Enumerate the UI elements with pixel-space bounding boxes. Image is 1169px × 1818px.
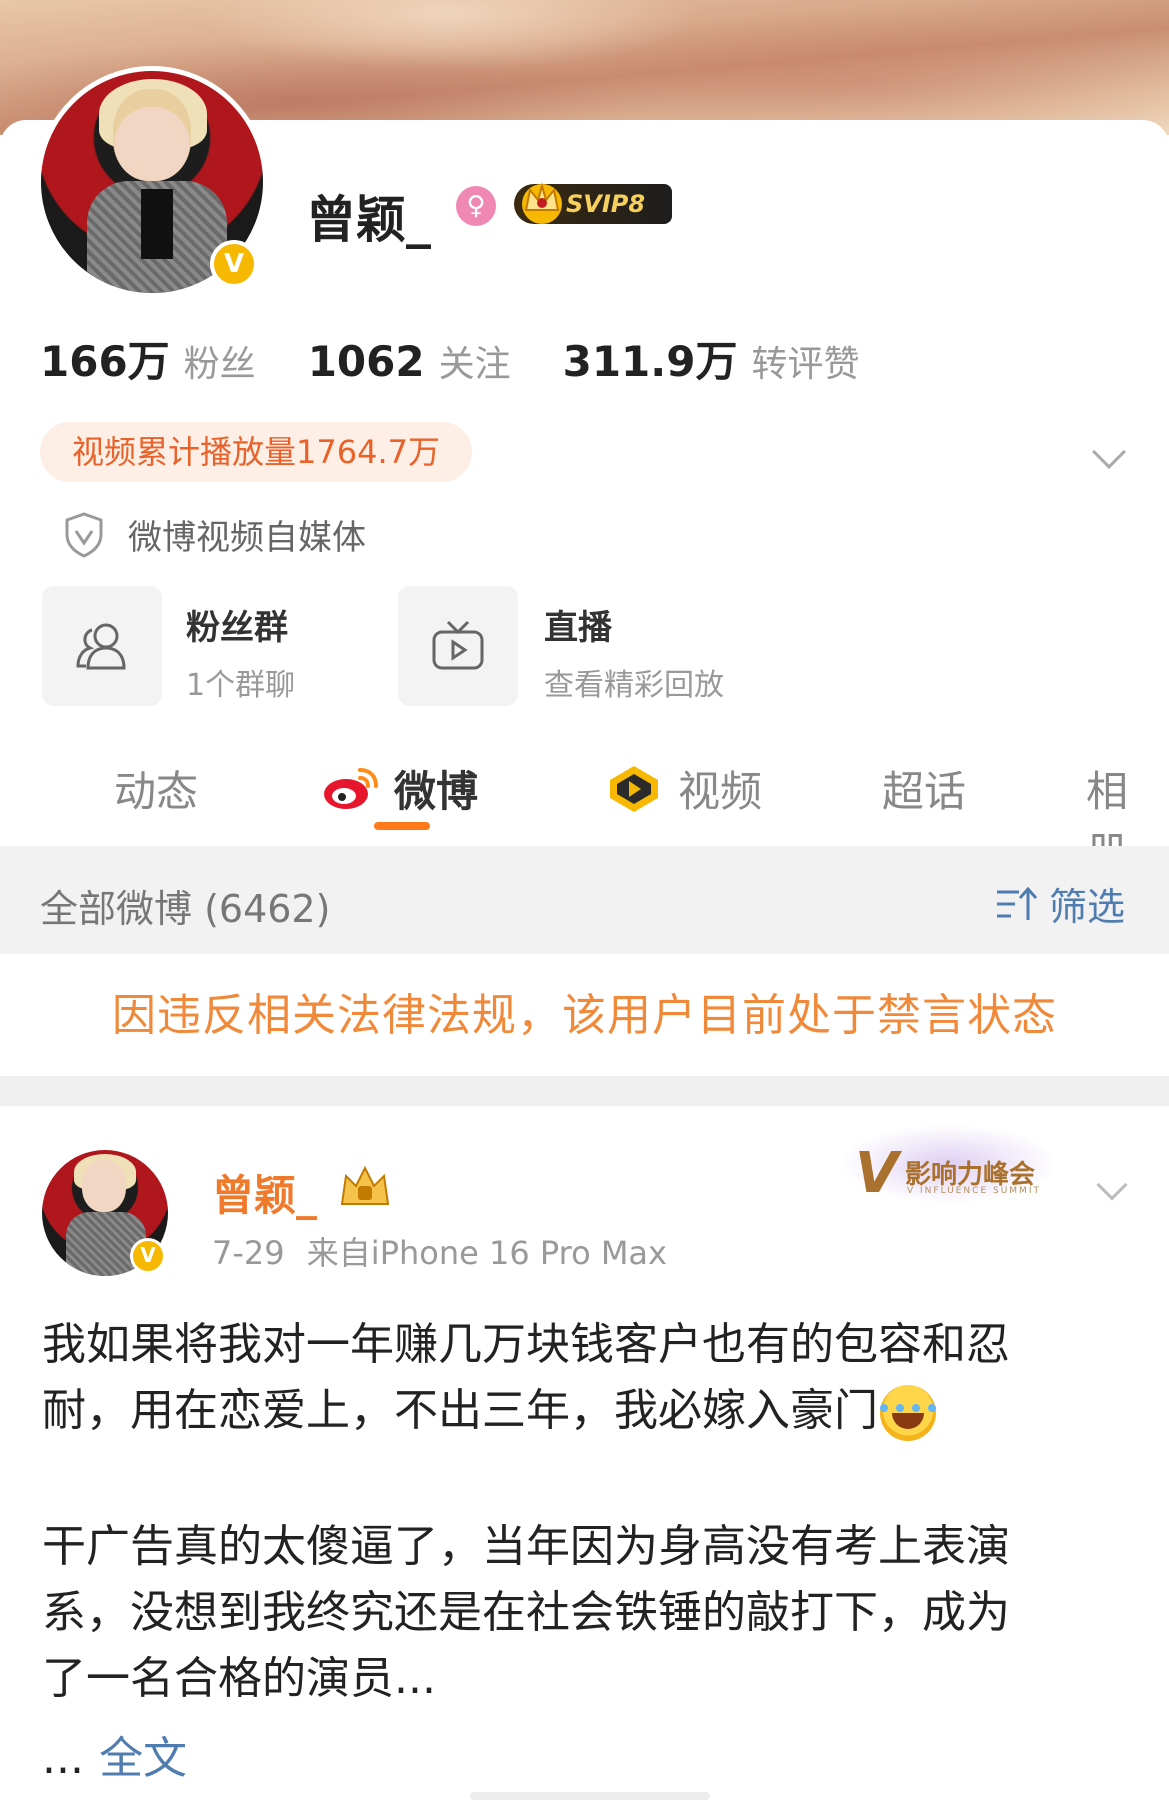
post-text-line: 了一名合格的演员... <box>42 1653 436 1704</box>
stat-label: 粉丝 <box>183 344 256 385</box>
crown-icon <box>340 1165 390 1205</box>
home-indicator <box>470 1792 710 1800</box>
active-tab-indicator <box>374 822 430 830</box>
section-divider <box>0 1076 1169 1106</box>
tab-label: 超话 <box>882 767 967 816</box>
laugh-cry-emoji-icon <box>876 1385 940 1441</box>
tab-video[interactable]: 视频 <box>606 758 762 819</box>
summit-v-mark: V <box>855 1141 899 1206</box>
live-button[interactable] <box>398 586 518 706</box>
video-play-count-pill[interactable]: 视频累计播放量1764.7万 <box>40 422 472 482</box>
stats-row: 166万 粉丝 1062 关注 311.9万 转评赞 <box>40 328 911 389</box>
ellipsis: ... <box>42 1733 84 1784</box>
certification-row[interactable]: 微博视频自媒体 <box>62 510 366 559</box>
tab-super-topic[interactable]: 超话 <box>882 758 966 819</box>
stat-number: 311.9万 <box>562 337 738 386</box>
chevron-down-icon[interactable] <box>1096 1169 1128 1201</box>
post-author-name[interactable]: 曾颖_ <box>212 1162 317 1223</box>
stat-following[interactable]: 1062 关注 <box>308 335 511 387</box>
full-text-link[interactable]: 全文 <box>99 1733 187 1784</box>
live-title[interactable]: 直播 <box>544 600 612 649</box>
female-icon: ♀ <box>456 186 496 226</box>
tv-icon <box>432 620 484 670</box>
post-text-line: 干广告真的太傻逼了，当年因为身高没有考上表演 <box>42 1521 1010 1572</box>
verified-badge-icon: V <box>130 1238 166 1274</box>
fan-group-button[interactable] <box>42 586 162 706</box>
influence-summit-badge[interactable]: V 影响力峰会 V INFLUENCE SUMMIT <box>819 1124 1099 1212</box>
post-text-line: 我如果将我对一年赚几万块钱客户也有的包容和忍 <box>42 1319 1010 1370</box>
group-icon <box>76 623 126 670</box>
read-more-row: ... 全文 <box>42 1722 187 1786</box>
filter-button[interactable]: 筛选 <box>995 876 1125 931</box>
certification-text: 微博视频自媒体 <box>128 518 366 558</box>
post-text-line: 耐，用在恋爱上，不出三年，我必嫁入豪门 <box>42 1385 878 1436</box>
stat-number: 1062 <box>307 337 425 386</box>
svip-label: SVIP8 <box>566 190 646 218</box>
post-meta: 7-29 来自iPhone 16 Pro Max <box>212 1228 667 1274</box>
video-play-icon <box>610 765 658 812</box>
live-sub: 查看精彩回放 <box>544 668 724 703</box>
stat-followers[interactable]: 166万 粉丝 <box>40 328 256 389</box>
shield-icon <box>65 511 103 558</box>
tab-weibo[interactable]: 微博 <box>322 758 478 819</box>
post-text-line: 系，没想到我终究还是在社会铁锤的敲打下，成为 <box>42 1587 1010 1638</box>
svip-badge[interactable]: SVIP8 <box>514 182 672 224</box>
summit-subtitle: V INFLUENCE SUMMIT <box>907 1186 1041 1196</box>
stat-label: 关注 <box>438 344 511 385</box>
tab-dynamic[interactable]: 动态 <box>114 758 198 819</box>
fan-group-sub: 1个群聊 <box>186 668 296 703</box>
filter-bar: 全部微博 (6462) 筛选 <box>0 846 1169 954</box>
tab-label: 动态 <box>114 767 199 816</box>
tab-label: 微博 <box>394 767 479 816</box>
stat-number: 166万 <box>40 337 170 386</box>
crown-icon <box>522 182 562 224</box>
stat-label: 转评赞 <box>751 344 860 385</box>
post-text-line-with-emoji: 耐，用在恋爱上，不出三年，我必嫁入豪门 <box>42 1378 1132 1444</box>
filter-icon <box>996 886 1038 920</box>
post-source: 来自iPhone 16 Pro Max <box>306 1234 667 1272</box>
fan-group-title[interactable]: 粉丝群 <box>186 600 288 649</box>
profile-tabs: 动态 微博 视频 超话 相册 <box>0 740 1169 877</box>
stat-likes[interactable]: 311.9万 转评赞 <box>563 328 860 389</box>
ban-notice: 因违反相关法律法规，该用户目前处于禁言状态 <box>0 954 1169 1074</box>
filter-label: 筛选 <box>1048 885 1125 929</box>
all-posts-count[interactable]: 全部微博 (6462) <box>40 878 330 933</box>
verified-badge-icon: V <box>210 240 258 288</box>
post-time: 7-29 <box>212 1234 285 1272</box>
tab-label: 视频 <box>678 767 763 816</box>
profile-name: 曾颖_ <box>306 191 431 249</box>
weibo-icon <box>324 767 378 809</box>
